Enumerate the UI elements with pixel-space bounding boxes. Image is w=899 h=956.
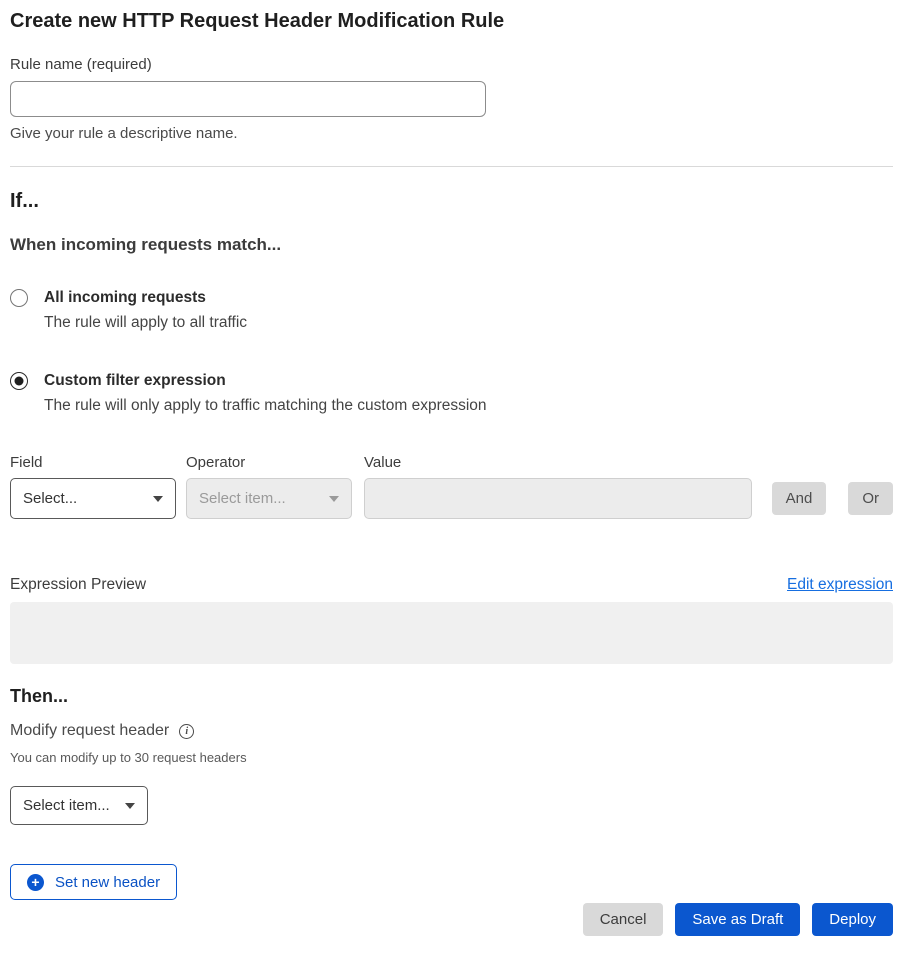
option-label[interactable]: All incoming requests bbox=[44, 289, 247, 306]
chevron-down-icon bbox=[125, 803, 135, 809]
option-description: The rule will apply to all traffic bbox=[44, 314, 247, 331]
option-all-incoming-requests[interactable]: All incoming requests The rule will appl… bbox=[10, 289, 893, 331]
field-select[interactable]: Select... bbox=[10, 478, 176, 519]
option-label[interactable]: Custom filter expression bbox=[44, 372, 487, 389]
operator-select: Select item... bbox=[186, 478, 352, 519]
match-subheading: When incoming requests match... bbox=[10, 236, 893, 254]
field-select-value: Select... bbox=[23, 490, 77, 507]
plus-icon: + bbox=[27, 874, 44, 891]
section-divider bbox=[10, 166, 893, 167]
expression-preview-header: Expression Preview Edit expression bbox=[10, 576, 893, 594]
deploy-button[interactable]: Deploy bbox=[812, 903, 893, 936]
chevron-down-icon bbox=[329, 496, 339, 502]
and-button[interactable]: And bbox=[772, 482, 827, 515]
edit-expression-link[interactable]: Edit expression bbox=[787, 576, 893, 594]
rule-name-label: Rule name (required) bbox=[10, 57, 893, 72]
field-label: Field bbox=[10, 455, 176, 470]
radio-custom-filter-expression[interactable] bbox=[10, 372, 28, 390]
operator-select-value: Select item... bbox=[199, 490, 286, 507]
then-heading: Then... bbox=[10, 687, 893, 706]
rule-name-input[interactable] bbox=[10, 81, 486, 117]
modify-header-label: Modify request header bbox=[10, 722, 169, 740]
option-description: The rule will only apply to traffic matc… bbox=[44, 397, 487, 414]
rule-name-help: Give your rule a descriptive name. bbox=[10, 126, 893, 141]
if-heading: If... bbox=[10, 191, 893, 212]
expression-preview-label: Expression Preview bbox=[10, 576, 146, 594]
header-action-select-value: Select item... bbox=[23, 797, 110, 814]
expression-builder-row: Field Select... Operator Select item... … bbox=[10, 455, 893, 519]
modify-header-help: You can modify up to 30 request headers bbox=[10, 751, 893, 764]
chevron-down-icon bbox=[153, 496, 163, 502]
radio-all-incoming-requests[interactable] bbox=[10, 289, 28, 307]
option-custom-filter-expression[interactable]: Custom filter expression The rule will o… bbox=[10, 372, 893, 414]
set-new-header-button[interactable]: + Set new header bbox=[10, 864, 177, 900]
or-button[interactable]: Or bbox=[848, 482, 893, 515]
page-title: Create new HTTP Request Header Modificat… bbox=[10, 10, 893, 32]
info-icon[interactable]: i bbox=[179, 724, 194, 739]
footer-actions: Cancel Save as Draft Deploy bbox=[10, 903, 893, 936]
header-action-select[interactable]: Select item... bbox=[10, 786, 148, 825]
cancel-button[interactable]: Cancel bbox=[583, 903, 664, 936]
operator-label: Operator bbox=[186, 455, 352, 470]
modify-header-row: Modify request header i bbox=[10, 722, 893, 740]
expression-preview-box bbox=[10, 602, 893, 664]
value-label: Value bbox=[364, 455, 752, 470]
value-input bbox=[364, 478, 752, 519]
save-as-draft-button[interactable]: Save as Draft bbox=[675, 903, 800, 936]
create-rule-form: Create new HTTP Request Header Modificat… bbox=[0, 0, 899, 956]
set-new-header-label: Set new header bbox=[55, 874, 160, 891]
